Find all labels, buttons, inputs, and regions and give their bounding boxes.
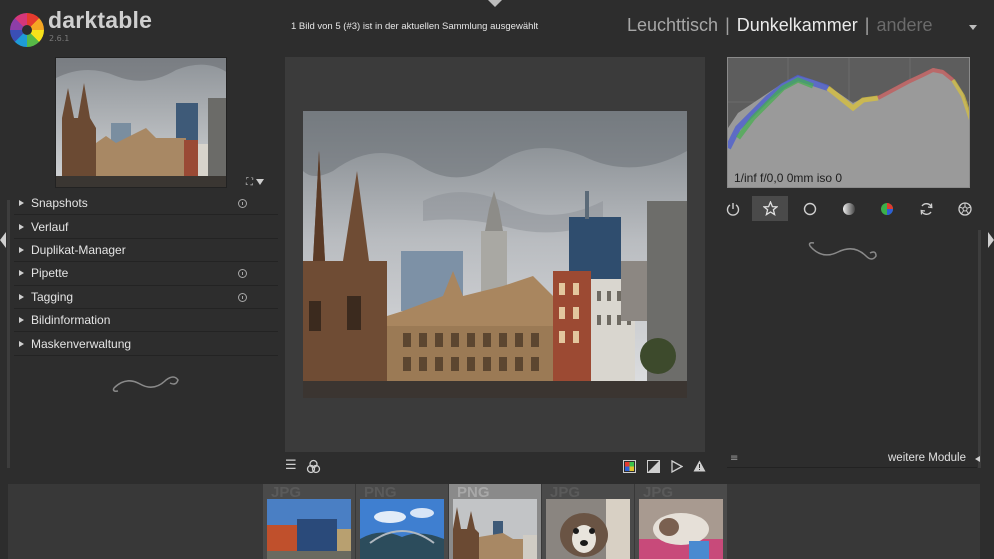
expand-triangle-icon [19,223,24,230]
app-name: darktable [48,7,153,33]
group-basic[interactable] [792,196,828,221]
expand-triangle-icon [19,340,24,347]
navigation-preview[interactable] [55,57,227,188]
group-correct[interactable] [908,196,944,221]
expand-triangle-icon [19,200,24,207]
navigation-thumbnail [56,58,226,187]
view-switcher: Leuchttisch | Dunkelkammer | andere [627,15,933,36]
presets-icon[interactable] [238,269,247,279]
filmstrip-thumbnail[interactable]: PNG [356,484,448,559]
module-tagging[interactable]: Tagging [14,286,278,309]
center-bottom-toolbar: ☰ [285,456,706,478]
right-panel-scrollbar[interactable] [978,230,981,468]
fit-icon[interactable]: ⛶ [246,177,253,188]
group-effect[interactable] [947,196,983,221]
presets-icon[interactable] [238,199,247,208]
module-image-information[interactable]: Bildinformation [14,309,278,333]
quick-access-menu-icon[interactable]: ☰ [285,458,297,473]
power-icon [726,202,740,216]
softproof-icon[interactable] [647,460,660,473]
filmstrip-thumbnail[interactable]: JPG [263,484,355,559]
histogram-exif-info: 1/inf f/0,0 0mm iso 0 [734,171,843,185]
thumbnail-image [546,499,630,559]
view-lighttable[interactable]: Leuchttisch [627,15,718,36]
thumbnail-image [639,499,723,559]
navigation-zoom-controls[interactable]: ⛶ [246,177,264,188]
left-panel-collapse-arrow[interactable] [0,232,6,248]
more-modules-bar[interactable]: ≡ weitere Module [727,450,980,468]
main-image-canvas[interactable] [303,111,687,398]
module-history[interactable]: Verlauf [14,215,278,239]
expand-triangle-icon [19,317,24,324]
filmstrip-thumbnail-selected[interactable]: PNG [449,484,541,559]
effect-icon [958,201,972,216]
filmstrip-thumbnail[interactable]: JPG [542,484,634,559]
menu-icon[interactable]: ≡ [730,453,738,464]
top-panel-collapse-arrow[interactable] [488,0,502,7]
chevron-left-icon [975,456,980,462]
gamut-check-icon[interactable] [623,460,636,473]
module-label: Tagging [31,289,74,304]
left-panel-scrollbar[interactable] [7,200,10,468]
expand-triangle-icon [19,293,24,300]
group-tone[interactable] [831,196,867,221]
star-icon [762,201,778,216]
presets-icon[interactable] [238,292,247,302]
app-version: 2.6.1 [49,34,70,43]
more-modules-label: weitere Module [888,452,966,464]
styles-icon[interactable] [306,459,321,474]
module-label: Bildinformation [31,313,111,328]
status-message: 1 Bild von 5 (#3) ist in der aktuellen S… [291,21,539,32]
thumbnail-image [267,499,351,559]
module-label: Maskenverwaltung [31,336,132,351]
tone-icon [843,202,855,215]
right-panel-collapse-arrow[interactable] [988,232,994,248]
main-image [303,111,687,398]
left-module-list: Snapshots Verlauf Duplikat-Manager Pipet… [14,192,278,356]
view-separator: | [864,15,870,35]
module-label: Duplikat-Manager [31,242,126,257]
module-label: Pipette [31,266,69,281]
correct-icon [920,202,932,215]
module-label: Snapshots [31,196,88,211]
color-icon [881,202,893,215]
group-color[interactable] [869,196,905,221]
thumbnail-image [453,499,537,559]
expand-triangle-icon [19,246,24,253]
view-other[interactable]: andere [876,15,932,36]
panel-end-swirl-icon [808,242,877,260]
filmstrip-thumbnail[interactable]: JPG [635,484,727,559]
group-favorites[interactable] [752,196,788,221]
module-snapshots[interactable]: Snapshots [14,192,278,216]
thumbnail-image [360,499,444,559]
circle-icon [803,202,817,215]
module-color-picker[interactable]: Pipette [14,262,278,286]
color-assessment-icon[interactable] [671,460,683,473]
view-darkroom[interactable]: Dunkelkammer [737,15,858,36]
histogram[interactable]: 1/inf f/0,0 0mm iso 0 [727,57,970,188]
darktable-window: darktable 2.6.1 1 Bild von 5 (#3) ist in… [0,0,994,559]
view-separator: | [725,15,730,35]
module-mask-manager[interactable]: Maskenverwaltung [14,332,278,356]
histogram-graph [728,58,969,187]
darktable-logo [10,13,44,47]
module-label: Verlauf [31,219,69,234]
expand-triangle-icon [19,270,24,277]
group-active-modules[interactable] [715,196,751,221]
chevron-down-icon[interactable] [969,25,977,30]
chevron-down-icon[interactable] [256,179,264,185]
module-group-bar [715,196,985,224]
module-duplicate-manager[interactable]: Duplikat-Manager [14,239,278,263]
warning-icon[interactable] [693,460,706,472]
panel-end-swirl-icon [112,376,179,392]
